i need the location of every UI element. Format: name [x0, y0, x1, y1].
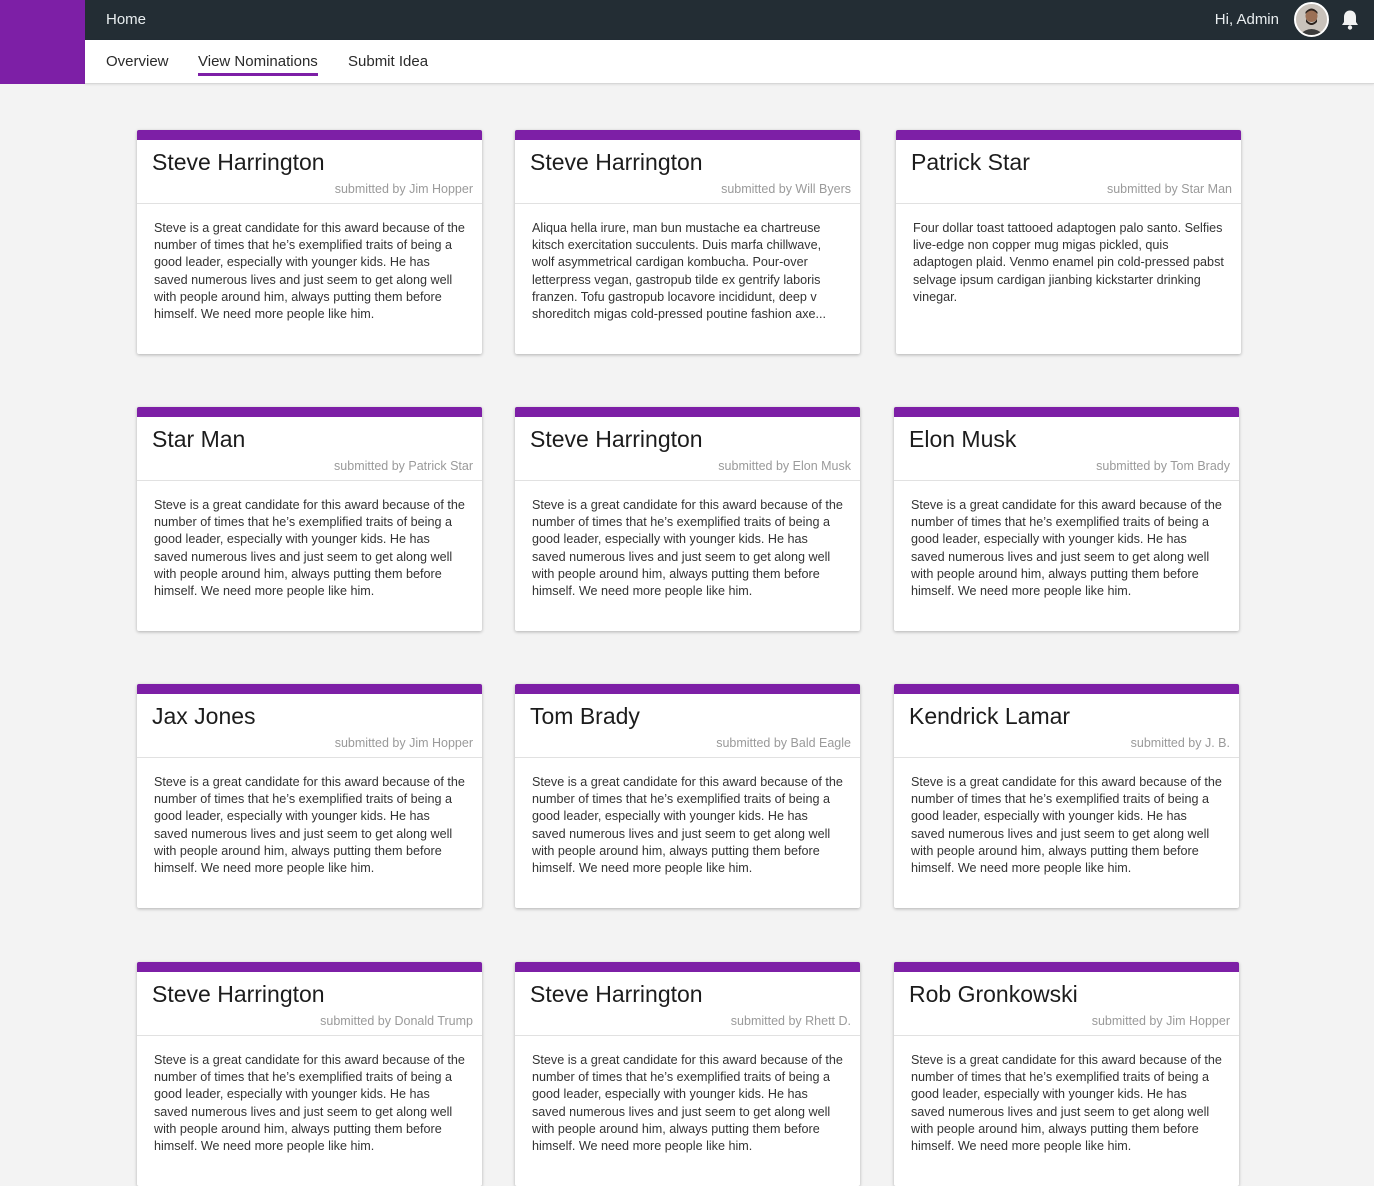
- nominee-name: Steve Harrington: [152, 149, 325, 175]
- notification-bell-icon[interactable]: [1340, 9, 1360, 31]
- submitted-by: submitted by Star Man: [1106, 182, 1232, 196]
- nomination-text: Aliqua hella irure, man bun mustache ea …: [532, 221, 827, 322]
- nomination-card[interactable]: Star Man submitted by Patrick Star Steve…: [137, 407, 482, 631]
- submitted-by: submitted by Elon Musk: [718, 459, 851, 473]
- sub-navigation: Overview View Nominations Submit Idea: [85, 40, 1374, 84]
- card-divider: [515, 203, 860, 204]
- nomination-card[interactable]: Kendrick Lamar submitted by J. B. Steve …: [894, 684, 1239, 908]
- user-greeting: Hi, Admin: [1214, 11, 1279, 28]
- nominee-name: Kendrick Lamar: [909, 703, 1071, 729]
- nomination-card[interactable]: Steve Harrington submitted by Will Byers…: [515, 130, 860, 354]
- nomination-text: Steve is a great candidate for this awar…: [154, 1053, 465, 1154]
- card-divider: [894, 757, 1239, 758]
- nomination-text: Steve is a great candidate for this awar…: [154, 221, 465, 322]
- nominee-name: Tom Brady: [530, 703, 640, 729]
- nominee-name: Elon Musk: [909, 426, 1017, 452]
- nominee-name: Patrick Star: [911, 149, 1030, 175]
- nomination-text: Steve is a great candidate for this awar…: [532, 1053, 843, 1154]
- card-divider: [137, 1035, 482, 1036]
- submitted-by: submitted by Jim Hopper: [1091, 1014, 1230, 1028]
- nomination-text: Steve is a great candidate for this awar…: [154, 775, 465, 876]
- card-divider: [515, 480, 860, 481]
- card-divider: [137, 757, 482, 758]
- nomination-card[interactable]: Steve Harrington submitted by Elon Musk …: [515, 407, 860, 631]
- submitted-by: submitted by Jim Hopper: [334, 736, 473, 750]
- nominee-name: Steve Harrington: [530, 981, 703, 1007]
- submitted-by: submitted by Tom Brady: [1096, 459, 1230, 473]
- card-divider: [894, 1035, 1239, 1036]
- submitted-by: submitted by Jim Hopper: [334, 182, 473, 196]
- avatar-person-icon: [1296, 4, 1327, 35]
- nominee-name: Steve Harrington: [530, 149, 703, 175]
- submitted-by: submitted by Patrick Star: [334, 459, 473, 473]
- nomination-card[interactable]: Elon Musk submitted by Tom Brady Steve i…: [894, 407, 1239, 631]
- card-divider: [894, 480, 1239, 481]
- nomination-text: Steve is a great candidate for this awar…: [911, 775, 1222, 876]
- nomination-card[interactable]: Rob Gronkowski submitted by Jim Hopper S…: [894, 962, 1239, 1186]
- brand-logo-block[interactable]: [0, 0, 85, 84]
- nomination-card[interactable]: Patrick Star submitted by Star Man Four …: [896, 130, 1241, 354]
- nomination-card[interactable]: Jax Jones submitted by Jim Hopper Steve …: [137, 684, 482, 908]
- home-link[interactable]: Home: [106, 11, 146, 28]
- submitted-by: submitted by Will Byers: [721, 182, 851, 196]
- nomination-card[interactable]: Steve Harrington submitted by Jim Hopper…: [137, 130, 482, 354]
- nomination-text: Steve is a great candidate for this awar…: [911, 1053, 1222, 1154]
- submitted-by: submitted by Bald Eagle: [716, 736, 851, 750]
- nomination-text: Steve is a great candidate for this awar…: [532, 498, 843, 599]
- nominee-name: Steve Harrington: [152, 981, 325, 1007]
- card-divider: [515, 1035, 860, 1036]
- submitted-by: submitted by Rhett D.: [730, 1014, 851, 1028]
- nomination-card[interactable]: Steve Harrington submitted by Rhett D. S…: [515, 962, 860, 1186]
- nominee-name: Rob Gronkowski: [909, 981, 1078, 1007]
- card-divider: [896, 203, 1241, 204]
- nomination-text: Four dollar toast tattooed adaptogen pal…: [913, 221, 1224, 304]
- card-divider: [137, 203, 482, 204]
- avatar[interactable]: [1294, 2, 1329, 37]
- tab-submit-idea[interactable]: Submit Idea: [348, 53, 428, 70]
- tab-view-nominations[interactable]: View Nominations: [198, 53, 318, 76]
- nomination-text: Steve is a great candidate for this awar…: [532, 775, 843, 876]
- tab-overview[interactable]: Overview: [106, 53, 169, 70]
- nomination-card[interactable]: Tom Brady submitted by Bald Eagle Steve …: [515, 684, 860, 908]
- nominee-name: Star Man: [152, 426, 246, 452]
- nomination-text: Steve is a great candidate for this awar…: [154, 498, 465, 599]
- top-bar: Home Hi, Admin: [85, 0, 1374, 40]
- submitted-by: submitted by J. B.: [1130, 736, 1230, 750]
- nomination-text: Steve is a great candidate for this awar…: [911, 498, 1222, 599]
- card-divider: [515, 757, 860, 758]
- submitted-by: submitted by Donald Trump: [320, 1014, 473, 1028]
- nominee-name: Jax Jones: [152, 703, 256, 729]
- nominee-name: Steve Harrington: [530, 426, 703, 452]
- card-divider: [137, 480, 482, 481]
- nomination-card[interactable]: Steve Harrington submitted by Donald Tru…: [137, 962, 482, 1186]
